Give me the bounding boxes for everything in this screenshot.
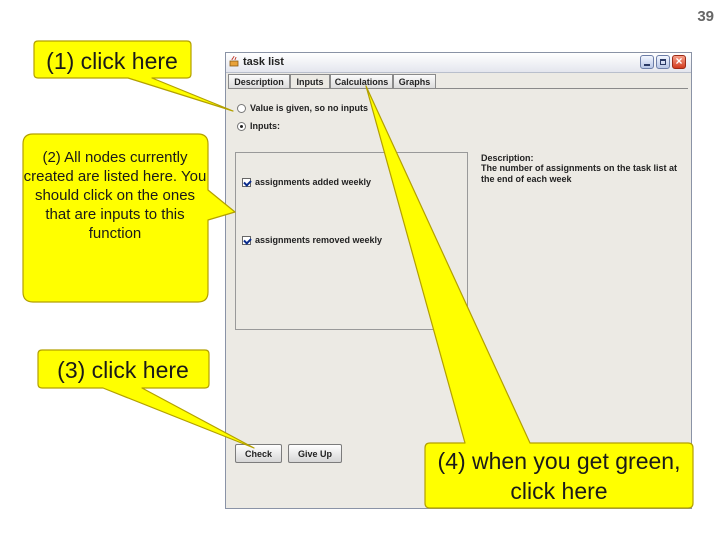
callout-1-text: (1) click here	[46, 48, 178, 74]
callout-3-text: (3) click here	[57, 357, 189, 383]
callout-4-shape	[365, 85, 694, 509]
callout-2-text: (2) All nodes currently created are list…	[23, 149, 207, 242]
callout-4-text: (4) when you get green, click here	[437, 448, 681, 504]
